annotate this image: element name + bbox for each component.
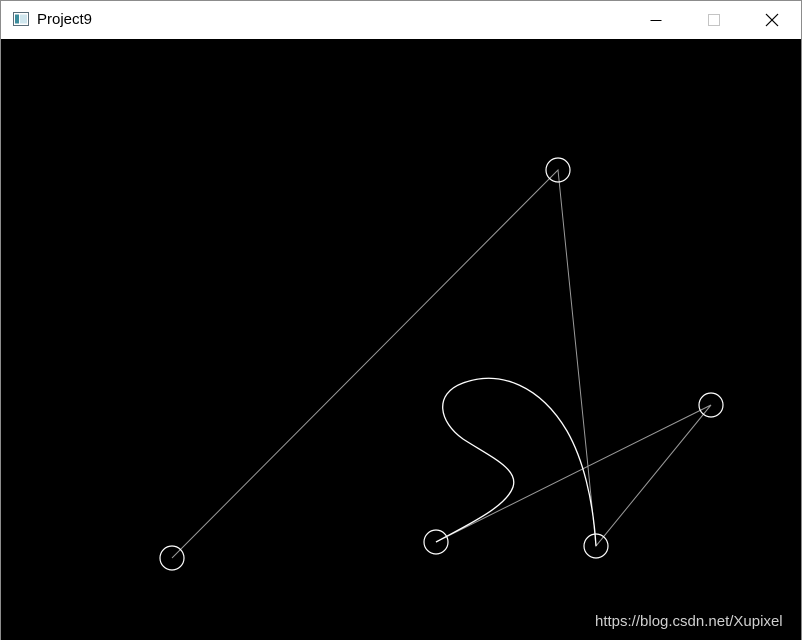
maximize-icon [708, 14, 720, 26]
drawing-canvas[interactable]: https://blog.csdn.net/Xupixel [1, 39, 801, 640]
minimize-button[interactable] [627, 1, 685, 39]
minimize-icon [650, 20, 662, 21]
bezier-curve [435, 377, 597, 547]
title-bar[interactable]: Project9 [1, 1, 801, 39]
watermark-text: https://blog.csdn.net/Xupixel [595, 613, 783, 630]
control-polygon [171, 168, 712, 559]
app-window-icon [13, 12, 29, 26]
window-title: Project9 [37, 11, 93, 28]
bezier-drawing [159, 157, 724, 571]
app-window: Project9 https://blog.csdn.net/Xupixel [0, 0, 802, 640]
close-icon [765, 13, 779, 27]
maximize-button[interactable] [685, 1, 743, 39]
close-button[interactable] [743, 1, 801, 39]
